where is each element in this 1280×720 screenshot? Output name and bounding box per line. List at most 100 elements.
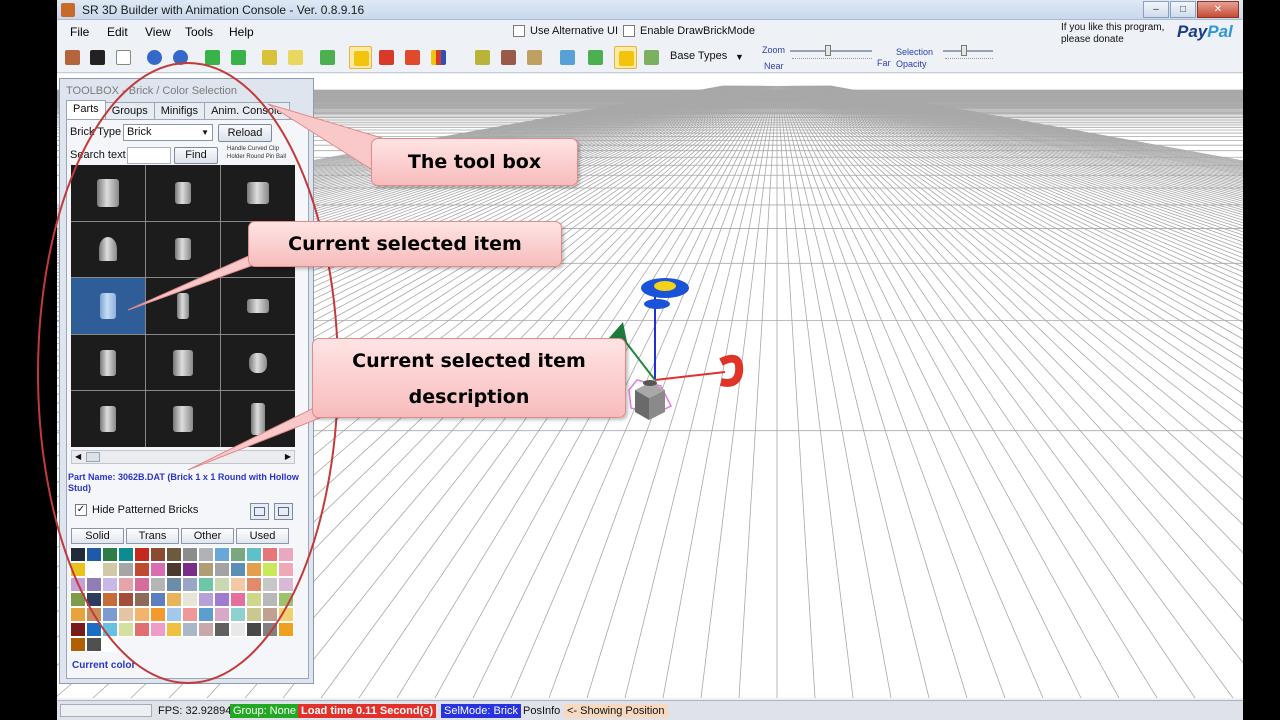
color-swatch[interactable] xyxy=(118,592,134,607)
find-button[interactable]: Find xyxy=(174,147,218,164)
color-tab-solid[interactable]: Solid xyxy=(71,528,124,544)
brick-light-icon[interactable] xyxy=(284,46,307,69)
maximize-button[interactable]: □ xyxy=(1170,1,1196,18)
color-swatch[interactable] xyxy=(102,562,118,577)
color-swatch[interactable] xyxy=(166,547,182,562)
color-swatch[interactable] xyxy=(134,622,150,637)
part-thumbnail[interactable] xyxy=(221,334,295,391)
part-thumbnail[interactable] xyxy=(71,165,145,221)
paypal-logo[interactable]: PayPal xyxy=(1177,22,1233,42)
color-swatch[interactable] xyxy=(198,607,214,622)
color-swatch[interactable] xyxy=(150,607,166,622)
color-swatch[interactable] xyxy=(70,592,86,607)
part-thumbnail[interactable] xyxy=(71,391,145,447)
part-thumbnail[interactable] xyxy=(71,334,145,391)
color-swatch[interactable] xyxy=(230,577,246,592)
part-thumbnail[interactable] xyxy=(221,391,295,447)
color-swatch[interactable] xyxy=(134,607,150,622)
color-swatch[interactable] xyxy=(86,622,102,637)
color-swatch[interactable] xyxy=(166,622,182,637)
color-swatch[interactable] xyxy=(182,562,198,577)
color-swatch[interactable] xyxy=(118,622,134,637)
color-tab-trans[interactable]: Trans xyxy=(126,528,179,544)
hide-patterned-option[interactable]: ✓ Hide Patterned Bricks xyxy=(75,504,198,516)
color-swatch[interactable] xyxy=(278,562,294,577)
color-swatch[interactable] xyxy=(278,592,294,607)
alt-ui-option[interactable]: Use Alternative UI xyxy=(513,25,618,37)
part-thumbnail[interactable] xyxy=(146,221,220,278)
color-swatch[interactable] xyxy=(70,577,86,592)
draw-brick-checkbox[interactable] xyxy=(623,25,635,37)
color-swatch[interactable] xyxy=(230,607,246,622)
color-swatch[interactable] xyxy=(230,547,246,562)
color-swatch[interactable] xyxy=(134,577,150,592)
brick-red-icon[interactable] xyxy=(375,46,398,69)
color-swatch[interactable] xyxy=(262,562,278,577)
color-swatch[interactable] xyxy=(102,622,118,637)
color-swatch[interactable] xyxy=(278,622,294,637)
brick-tilt-icon[interactable] xyxy=(523,46,546,69)
color-swatch[interactable] xyxy=(230,562,246,577)
color-swatch[interactable] xyxy=(86,562,102,577)
base-yellow-icon[interactable] xyxy=(614,46,637,69)
scroll-thumb[interactable] xyxy=(86,452,100,462)
menu-tools[interactable]: Tools xyxy=(185,25,213,39)
color-swatch[interactable] xyxy=(166,577,182,592)
zoom-slider-thumb[interactable] xyxy=(825,45,831,56)
grid-view-icon[interactable] xyxy=(274,503,293,520)
menu-help[interactable]: Help xyxy=(229,25,254,39)
color-swatch[interactable] xyxy=(198,547,214,562)
color-swatch[interactable] xyxy=(70,637,86,652)
parts-scrollbar[interactable]: ◀ ▶ xyxy=(71,450,295,464)
color-swatch[interactable] xyxy=(182,622,198,637)
color-swatch[interactable] xyxy=(166,607,182,622)
color-swatch[interactable] xyxy=(198,577,214,592)
brick-select-icon[interactable] xyxy=(349,46,372,69)
color-swatch[interactable] xyxy=(246,547,262,562)
menu-view[interactable]: View xyxy=(145,25,171,39)
tab-anim-console[interactable]: Anim. Console xyxy=(204,102,290,120)
menu-edit[interactable]: Edit xyxy=(107,25,128,39)
color-swatch[interactable] xyxy=(230,622,246,637)
opacity-slider-thumb[interactable] xyxy=(961,45,967,56)
color-swatch[interactable] xyxy=(86,607,102,622)
color-swatch[interactable] xyxy=(166,562,182,577)
tab-minifigs[interactable]: Minifigs xyxy=(153,102,206,120)
color-swatch[interactable] xyxy=(182,607,198,622)
color-swatch[interactable] xyxy=(246,562,262,577)
opacity-slider-track[interactable] xyxy=(943,50,993,52)
color-swatch[interactable] xyxy=(118,577,134,592)
minimize-button[interactable]: – xyxy=(1143,1,1169,18)
group-icon[interactable] xyxy=(316,46,339,69)
color-swatch[interactable] xyxy=(102,592,118,607)
color-swatch[interactable] xyxy=(278,577,294,592)
color-swatch[interactable] xyxy=(278,547,294,562)
connect-icon[interactable] xyxy=(201,46,224,69)
hide-patterned-checkbox[interactable]: ✓ xyxy=(75,504,87,516)
color-swatch[interactable] xyxy=(182,592,198,607)
color-swatch[interactable] xyxy=(182,577,198,592)
add-step-icon[interactable] xyxy=(584,46,607,69)
base-types-select[interactable]: Base Types xyxy=(670,50,727,62)
scroll-right-icon[interactable]: ▶ xyxy=(285,452,291,461)
part-thumbnail[interactable] xyxy=(221,165,295,221)
color-swatch[interactable] xyxy=(230,592,246,607)
brick-type-select[interactable]: Brick ▼ xyxy=(123,124,213,141)
color-swatch[interactable] xyxy=(102,607,118,622)
flex-icon[interactable] xyxy=(471,46,494,69)
color-swatch[interactable] xyxy=(214,547,230,562)
part-thumbnail-selected[interactable] xyxy=(71,278,145,334)
color-tab-used[interactable]: Used xyxy=(236,528,289,544)
alt-ui-checkbox[interactable] xyxy=(513,25,525,37)
color-swatch[interactable] xyxy=(262,607,278,622)
color-swatch[interactable] xyxy=(134,562,150,577)
part-thumbnail[interactable] xyxy=(71,221,145,278)
list-view-icon[interactable] xyxy=(250,503,269,520)
brick-multi-icon[interactable] xyxy=(497,46,520,69)
color-bars-icon[interactable] xyxy=(427,46,450,69)
tab-parts[interactable]: Parts xyxy=(66,100,106,120)
color-swatch[interactable] xyxy=(166,592,182,607)
brick-yellow-icon[interactable] xyxy=(258,46,281,69)
close-button[interactable]: ✕ xyxy=(1197,1,1239,18)
open-bricks-icon[interactable] xyxy=(61,46,84,69)
